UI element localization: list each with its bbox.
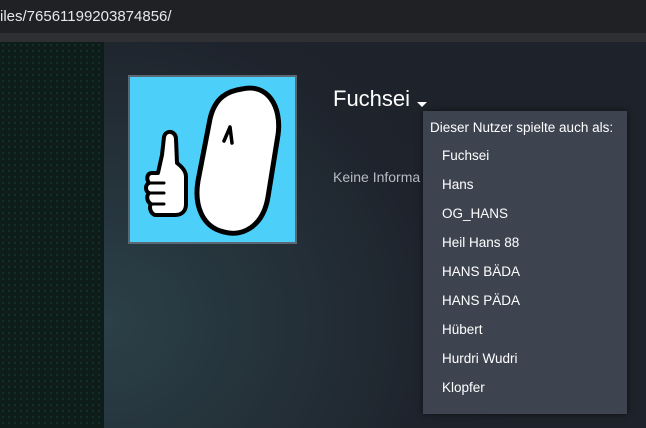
browser-url-bar[interactable]: iles/76561199203874856/	[0, 0, 646, 33]
profile-name: Fuchsei	[333, 86, 411, 111]
alias-item[interactable]: Hübert	[423, 315, 627, 344]
thumbs-up-avatar-image	[130, 77, 295, 242]
browser-toolbar-divider	[0, 33, 646, 42]
page-side-background	[0, 42, 104, 428]
alias-item[interactable]: Hans	[423, 170, 627, 199]
profile-name-dropdown[interactable]: Fuchsei	[333, 86, 428, 112]
alias-item[interactable]: Fuchsei	[423, 141, 627, 170]
alias-item[interactable]: HANS BÄDA	[423, 257, 627, 286]
alias-item[interactable]: Hurdri Wudri	[423, 344, 627, 373]
alias-item[interactable]: OG_HANS	[423, 199, 627, 228]
alias-history-dropdown: Dieser Nutzer spielte auch als: Fuchsei …	[423, 111, 627, 414]
alias-item[interactable]: HANS PÄDA	[423, 286, 627, 315]
url-text: iles/76561199203874856/	[0, 8, 172, 25]
alias-item[interactable]: Heil Hans 88	[423, 228, 627, 257]
caret-down-icon	[417, 101, 428, 107]
alias-item[interactable]: Klopfer	[423, 373, 627, 402]
profile-info-text: Keine Informa	[333, 169, 421, 185]
avatar[interactable]	[128, 75, 297, 244]
alias-history-header: Dieser Nutzer spielte auch als:	[430, 120, 614, 135]
